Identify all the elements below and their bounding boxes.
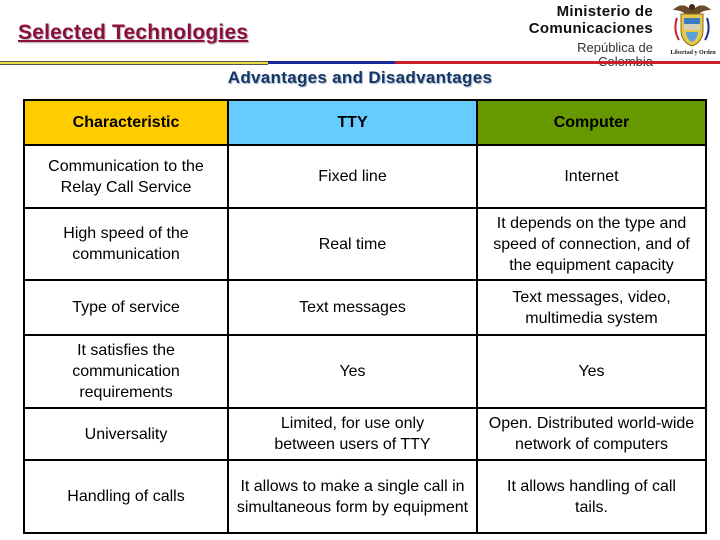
table-row: Universality Limited, for use only betwe… (23, 407, 707, 461)
table-row: Communication to the Relay Call Service … (23, 144, 707, 209)
cell-characteristic: Handling of calls (23, 459, 229, 534)
column-header-computer: Computer (476, 99, 707, 146)
cell-computer: It allows handling of call tails. (476, 459, 707, 534)
cell-computer: Yes (476, 334, 707, 409)
page-title: Selected Technologies (18, 21, 249, 44)
cell-tty: Limited, for use only between users of T… (227, 407, 478, 461)
cell-tty: It allows to make a single call in simul… (227, 459, 478, 534)
cell-tty: Real time (227, 207, 478, 281)
ministry-line-1: Ministerio de (556, 3, 653, 20)
ministry-line-2: Comunicaciones (528, 20, 653, 37)
section-subtitle: Advantages and Disadvantages (227, 68, 493, 87)
column-header-characteristic: Characteristic (23, 99, 229, 146)
republic-name: República de Colombia (577, 41, 653, 69)
cell-tty: Fixed line (227, 144, 478, 209)
stripe-red (395, 61, 720, 64)
comparison-table: Characteristic TTY Computer Communicatio… (23, 99, 707, 534)
table-row: Handling of calls It allows to make a si… (23, 459, 707, 534)
cell-characteristic: High speed of the communication (23, 207, 229, 281)
cell-computer: Text messages, video, multimedia system (476, 279, 707, 336)
republic-line-1: República de (577, 40, 653, 55)
cell-computer: Open. Distributed world-wide network of … (476, 407, 707, 461)
ministry-name: Ministerio de Comunicaciones (529, 3, 653, 37)
table-header-row: Characteristic TTY Computer (23, 99, 707, 146)
cell-characteristic: Communication to the Relay Call Service (23, 144, 229, 209)
cell-characteristic: Universality (23, 407, 229, 461)
cell-computer: It depends on the type and speed of conn… (476, 207, 707, 281)
cell-tty: Yes (227, 334, 478, 409)
cell-computer: Internet (476, 144, 707, 209)
table-row: It satisfies the communication requireme… (23, 334, 707, 409)
cell-characteristic: Type of service (23, 279, 229, 336)
cell-characteristic: It satisfies the communication requireme… (23, 334, 229, 409)
cell-tty: Text messages (227, 279, 478, 336)
emblem-motto: Libertad y Orden (670, 50, 716, 56)
table-row: Type of service Text messages Text messa… (23, 279, 707, 336)
table-row: High speed of the communication Real tim… (23, 207, 707, 281)
stripe-yellow (0, 61, 268, 65)
column-header-tty: TTY (227, 99, 478, 146)
stripe-blue (268, 61, 395, 64)
